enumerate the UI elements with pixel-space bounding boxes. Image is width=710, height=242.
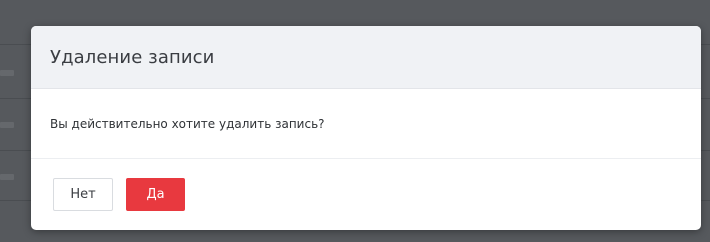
dialog-title: Удаление записи — [50, 46, 215, 68]
background-row-marker — [0, 122, 14, 128]
dialog-footer: Нет Да — [31, 159, 701, 230]
dialog-body: Вы действительно хотите удалить запись? — [31, 89, 701, 159]
cancel-button[interactable]: Нет — [53, 178, 113, 211]
confirm-delete-button[interactable]: Да — [126, 178, 185, 211]
dialog-message: Вы действительно хотите удалить запись? — [50, 116, 325, 131]
background-row-marker — [0, 174, 14, 180]
dialog-header: Удаление записи — [31, 26, 701, 89]
delete-confirm-dialog: Удаление записи Вы действительно хотите … — [31, 26, 701, 230]
background-row-marker — [0, 70, 14, 76]
